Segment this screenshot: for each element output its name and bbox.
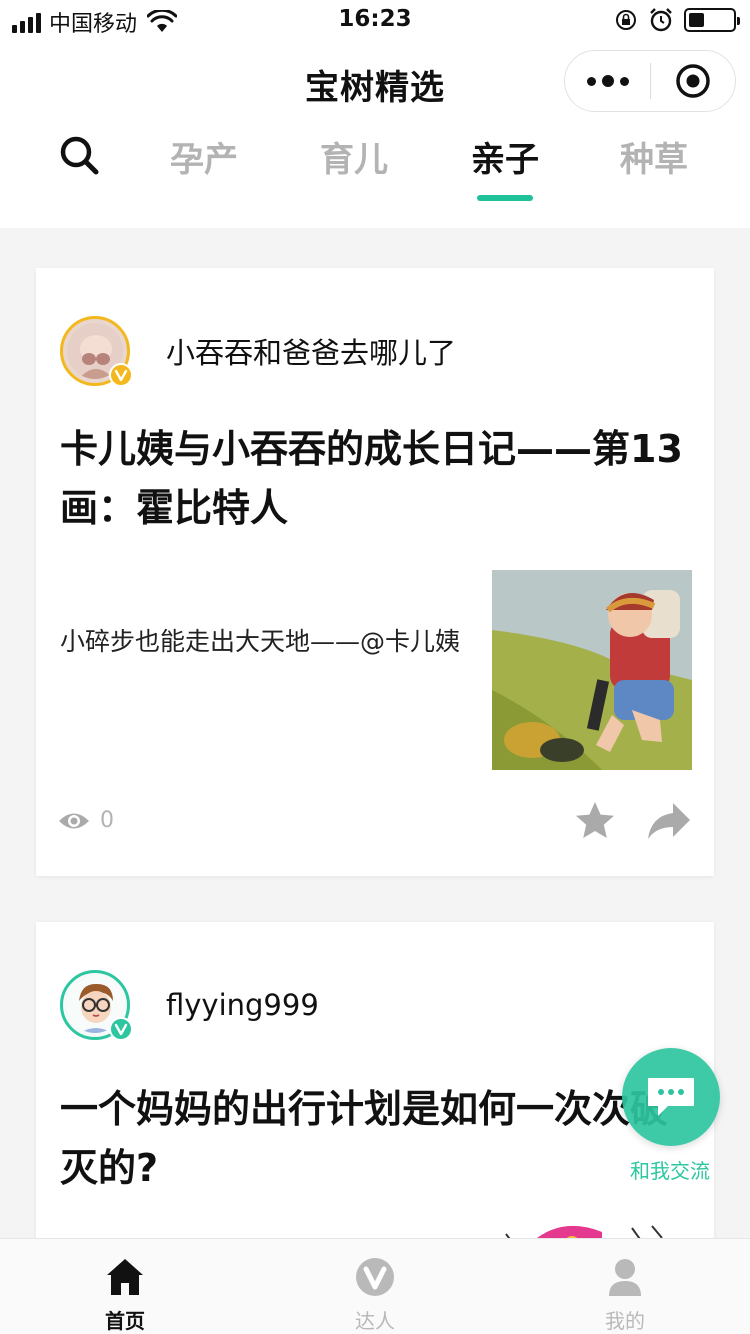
tabbar-label: 达人 xyxy=(355,1309,395,1333)
author-name[interactable]: 小吞吞和爸爸去哪儿了 xyxy=(166,330,456,372)
star-favorite-icon[interactable] xyxy=(574,800,616,842)
active-tab-indicator xyxy=(477,195,533,201)
expert-v-icon xyxy=(356,1258,394,1296)
tab-parenting[interactable]: 育儿 xyxy=(294,132,414,181)
verified-v-icon xyxy=(114,369,128,382)
alarm-icon xyxy=(650,8,672,32)
author-row[interactable]: 小吞吞和爸爸去哪儿了 xyxy=(60,316,456,387)
home-icon xyxy=(107,1259,143,1295)
tabbar-item-profile[interactable]: 我的 xyxy=(500,1239,750,1334)
chat-bubble-icon xyxy=(648,1078,694,1116)
verified-v-icon xyxy=(114,1023,128,1036)
tab-label: 亲子 xyxy=(471,140,539,180)
tabbar-label: 我的 xyxy=(605,1309,645,1333)
post-thumbnail[interactable] xyxy=(492,570,692,770)
target-close-icon xyxy=(676,64,710,98)
orientation-lock-icon xyxy=(616,10,636,30)
category-tabs: 孕产 育儿 亲子 种草 xyxy=(0,132,750,212)
eye-icon xyxy=(59,813,89,828)
feed-card[interactable]: flyying999 一个妈妈的出行计划是如何一次次破灭的? xyxy=(36,922,714,1262)
verified-badge xyxy=(109,1017,133,1041)
carrier-label: 中国移动 xyxy=(49,12,138,37)
post-excerpt: 小碎步也能走出大天地——@卡儿姨 xyxy=(60,627,461,656)
search-icon xyxy=(60,136,99,175)
wifi-icon xyxy=(147,10,178,32)
tab-label: 种草 xyxy=(620,140,688,180)
search-button[interactable] xyxy=(58,134,102,178)
chat-float-button[interactable] xyxy=(622,1048,720,1146)
miniprogram-capsule xyxy=(564,50,736,112)
bottom-tab-bar: 首页 达人 我的 xyxy=(0,1238,750,1334)
battery-icon xyxy=(684,8,740,32)
more-menu-button[interactable] xyxy=(565,51,650,111)
tab-pregnancy[interactable]: 孕产 xyxy=(144,132,264,181)
status-bar: 中国移动 16:23 xyxy=(0,0,750,40)
signal-icon xyxy=(12,11,41,33)
header: 宝树精选 孕产 育儿 亲子 种草 xyxy=(0,40,750,228)
post-meta: 0 xyxy=(58,808,114,833)
post-image xyxy=(492,570,692,770)
verified-badge xyxy=(109,363,133,387)
feed-card[interactable]: 小吞吞和爸爸去哪儿了 卡儿姨与小吞吞的成长日记——第13画：霍比特人 小碎步也能… xyxy=(36,268,714,876)
author-row[interactable]: flyying999 xyxy=(60,970,319,1041)
tabbar-item-home[interactable]: 首页 xyxy=(0,1239,250,1334)
view-count: 0 xyxy=(100,808,114,833)
tab-label: 育儿 xyxy=(320,140,388,180)
post-title[interactable]: 一个妈妈的出行计划是如何一次次破灭的? xyxy=(60,1080,690,1198)
tabbar-item-experts[interactable]: 达人 xyxy=(250,1239,500,1334)
tab-family[interactable]: 亲子 xyxy=(445,132,565,201)
tabbar-label: 首页 xyxy=(105,1309,145,1333)
tab-label: 孕产 xyxy=(170,140,238,180)
more-dots-icon xyxy=(601,75,614,87)
avatar[interactable] xyxy=(60,316,133,387)
author-name[interactable]: flyying999 xyxy=(166,988,319,1022)
close-miniprogram-button[interactable] xyxy=(651,51,735,111)
chat-float-label[interactable]: 和我交流 xyxy=(620,1155,720,1184)
post-actions xyxy=(574,800,692,842)
post-title[interactable]: 卡儿姨与小吞吞的成长日记——第13画：霍比特人 xyxy=(60,420,690,538)
tab-recommend[interactable]: 种草 xyxy=(594,132,714,181)
share-arrow-icon[interactable] xyxy=(646,801,692,841)
profile-icon xyxy=(609,1259,641,1296)
avatar[interactable] xyxy=(60,970,133,1041)
